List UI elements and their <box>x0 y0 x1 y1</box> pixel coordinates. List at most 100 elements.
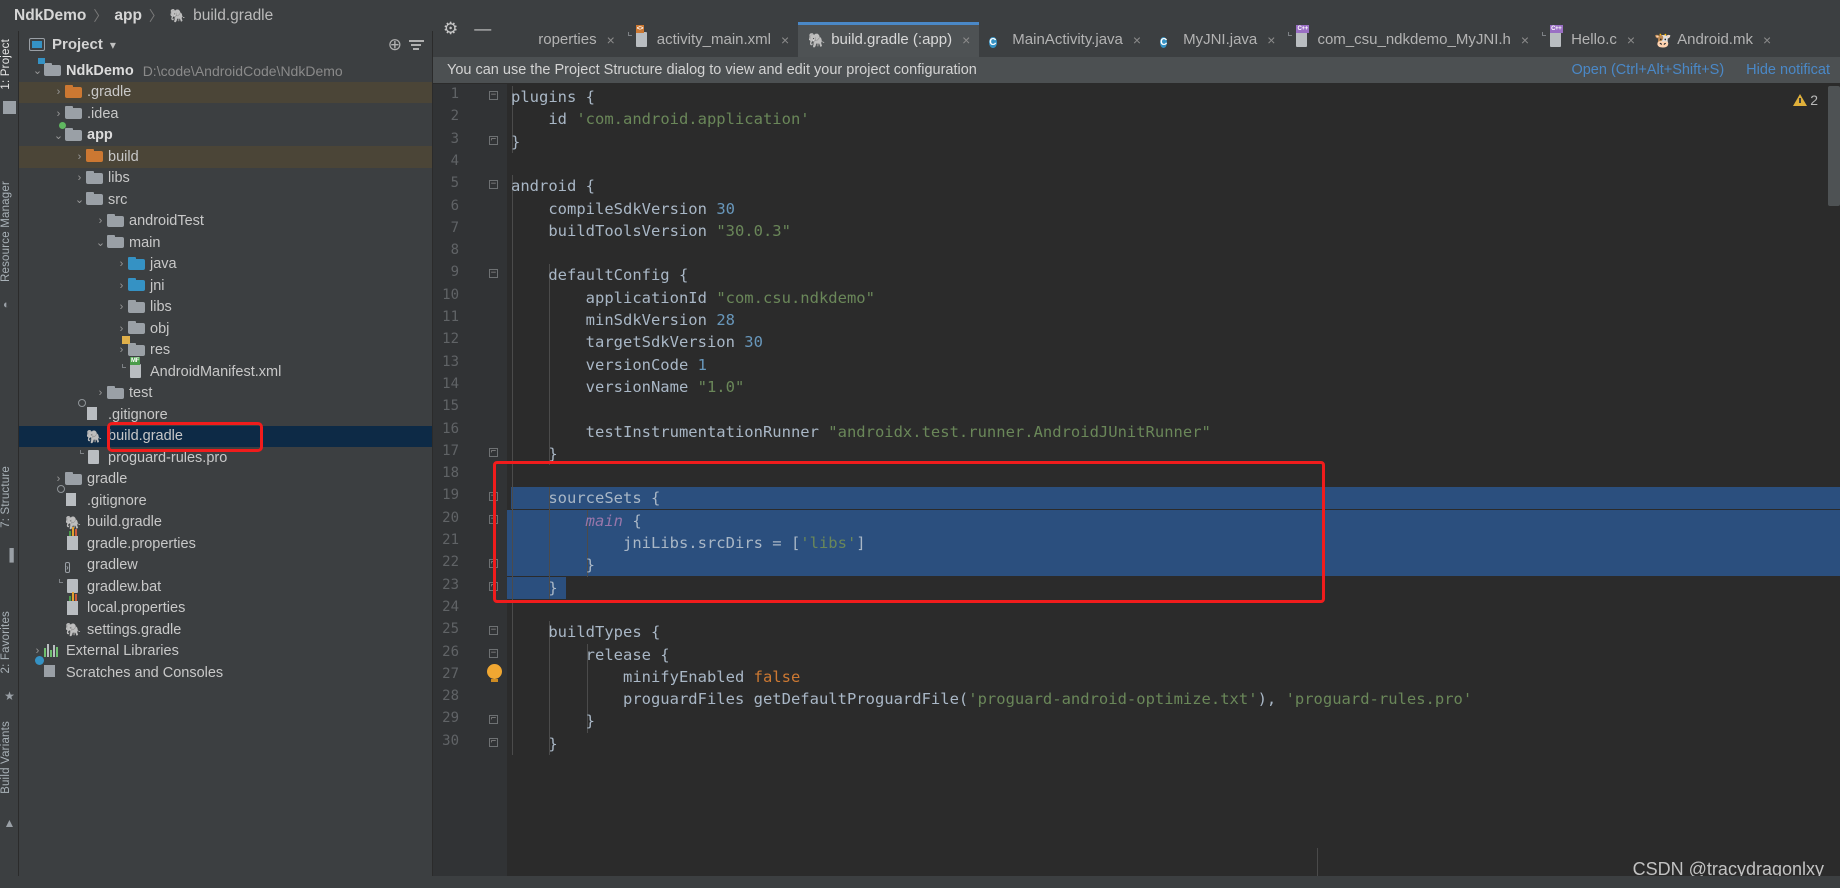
tree-twisty-icon[interactable]: › <box>94 215 107 227</box>
breadcrumb-item-app[interactable]: app <box>114 7 142 25</box>
fold-end-icon[interactable]: ⌐ <box>489 581 498 591</box>
tree-row[interactable]: › obj <box>19 318 432 340</box>
fold-marker[interactable]: − <box>489 492 500 503</box>
fold-end-icon[interactable]: ⌐ <box>489 447 498 457</box>
tree-row[interactable]: › res <box>19 335 432 362</box>
intention-bulb-icon[interactable] <box>487 663 502 682</box>
tree-twisty-icon[interactable]: › <box>52 86 65 98</box>
fold-marker[interactable]: − <box>489 514 500 526</box>
fold-end-icon[interactable]: ⌐ <box>489 715 498 725</box>
tree-row[interactable]: › gradle <box>19 469 432 491</box>
tree-row[interactable]: › androidTest <box>19 211 432 233</box>
fold-marker[interactable]: ⌐ <box>489 581 500 593</box>
editor-tab-com-csu-ndkdemo-myjni-h[interactable]: C++ com_csu_ndkdemo_MyJNI.h × <box>1284 22 1539 57</box>
tree-row[interactable]: 🐘 settings.gradle <box>19 619 432 641</box>
inspection-warning-badge[interactable]: 2 <box>1793 92 1818 108</box>
tree-twisty-icon[interactable]: › <box>115 301 128 313</box>
tree-row[interactable]: › jni <box>19 275 432 297</box>
tree-twisty-icon[interactable]: › <box>73 172 86 184</box>
tool-tab-build-variants[interactable]: Build Variants <box>0 721 19 794</box>
editor-tab-build-gradle---app-[interactable]: 🐘 build.gradle (:app) × <box>798 22 980 57</box>
tree-twisty-icon[interactable]: › <box>73 151 86 163</box>
tree-row[interactable]: › .gradle <box>19 81 432 103</box>
project-view-dropdown-icon[interactable]: ▾ <box>110 38 116 52</box>
breadcrumb-item-build-gradle[interactable]: build.gradle <box>193 7 273 25</box>
editor-tab-myjni-java[interactable]: C MyJNI.java × <box>1150 22 1285 57</box>
tree-row[interactable]: Scratches and Consoles <box>19 656 432 684</box>
fold-marker[interactable]: − <box>489 648 500 660</box>
tool-tab-7--structure[interactable]: 7: Structure <box>0 466 19 528</box>
tree-row[interactable]: › libs <box>19 297 432 319</box>
tree-row[interactable]: proguard-rules.pro <box>19 447 432 469</box>
code-content[interactable]: plugins { id 'com.android.application'} a… <box>507 84 1840 888</box>
close-icon[interactable]: × <box>1521 32 1529 48</box>
tree-twisty-icon[interactable]: › <box>115 280 128 292</box>
close-icon[interactable]: × <box>962 32 970 48</box>
tree-row[interactable]: ⌄ src <box>19 189 432 211</box>
fold-marker[interactable]: − <box>489 180 500 191</box>
tree-twisty-icon[interactable]: › <box>115 344 128 356</box>
tree-twisty-icon[interactable]: ⌄ <box>73 193 86 206</box>
tree-row[interactable]: ⌄ NdkDemo D:\code\AndroidCode\NdkDemo <box>19 58 432 82</box>
tree-row[interactable]: ⌄ main <box>19 232 432 254</box>
close-icon[interactable]: × <box>1627 32 1635 48</box>
fold-collapse-icon[interactable]: − <box>489 91 498 100</box>
breadcrumb-item-ndkdemo[interactable]: NdkDemo <box>14 7 86 25</box>
tree-twisty-icon[interactable]: ⌄ <box>31 64 44 77</box>
fold-collapse-icon[interactable]: − <box>489 648 498 658</box>
code-editor[interactable]: 1−2 3 ⌐ 4 5−6 7 8 9−10 11 12 13 14 15 16 17 ⌐ 18 19−20−21… <box>433 84 1840 888</box>
tree-row[interactable]: local.properties <box>19 591 432 620</box>
tree-row[interactable]: › gradlew <box>19 555 432 577</box>
fold-marker[interactable]: − <box>489 269 500 280</box>
editor-scrollbar-thumb[interactable] <box>1828 86 1840 206</box>
tree-twisty-icon[interactable]: › <box>94 387 107 399</box>
open-project-structure-link[interactable]: Open (Ctrl+Alt+Shift+S) <box>1571 62 1724 78</box>
tree-row[interactable]: MF AndroidManifest.xml <box>19 357 432 383</box>
close-icon[interactable]: × <box>1763 32 1771 48</box>
editor-tab-android-mk[interactable]: 🐮 Android.mk × <box>1644 22 1781 57</box>
fold-collapse-icon[interactable]: − <box>489 626 498 636</box>
fold-end-icon[interactable]: ⌐ <box>489 559 498 569</box>
tree-row[interactable]: gradlew.bat <box>19 576 432 598</box>
collapse-all-icon[interactable] <box>409 39 424 50</box>
fold-end-icon[interactable]: ⌐ <box>489 135 498 145</box>
tree-twisty-icon[interactable]: › <box>115 258 128 270</box>
fold-collapse-icon[interactable]: − <box>489 180 498 190</box>
tree-row[interactable]: › .idea <box>19 103 432 125</box>
tree-twisty-icon[interactable]: › <box>52 473 65 485</box>
fold-marker[interactable]: ⌐ <box>489 135 500 147</box>
close-icon[interactable]: × <box>781 32 789 48</box>
tool-tab-2--favorites[interactable]: 2: Favorites <box>0 611 19 673</box>
fold-marker[interactable]: ⌐ <box>489 559 500 570</box>
hide-notification-link[interactable]: Hide notificat <box>1746 62 1830 78</box>
close-icon[interactable]: × <box>607 32 615 48</box>
fold-marker[interactable]: ⌐ <box>489 737 500 749</box>
tool-tab-resource-manager[interactable]: Resource Manager <box>0 181 19 282</box>
fold-marker[interactable]: ⌐ <box>489 447 500 459</box>
tree-row[interactable]: 🐘 build.gradle <box>19 512 432 534</box>
tree-row[interactable]: ⌄ app <box>19 121 432 147</box>
tree-row[interactable]: gradle.properties <box>19 527 432 555</box>
editor-tab-mainactivity-java[interactable]: C MainActivity.java × <box>979 22 1151 57</box>
tree-row[interactable]: › java <box>19 254 432 276</box>
tree-row[interactable]: › build <box>19 146 432 168</box>
editor-tab-hello-c[interactable]: C++ Hello.c × <box>1538 22 1645 57</box>
editor-gutter[interactable]: 1−2 3 ⌐ 4 5−6 7 8 9−10 11 12 13 14 15 16 17 ⌐ 18 19−20−21… <box>433 84 507 888</box>
tree-row[interactable]: 🐘 build.gradle <box>19 425 432 447</box>
tool-tab-1--project[interactable]: 1: Project <box>0 39 19 90</box>
tree-twisty-icon[interactable]: ⌄ <box>52 129 65 142</box>
tree-row[interactable]: › libs <box>19 168 432 190</box>
fold-collapse-icon[interactable]: − <box>489 269 498 279</box>
tree-twisty-icon[interactable]: › <box>115 323 128 335</box>
fold-collapse-icon[interactable]: − <box>489 492 498 502</box>
fold-end-icon[interactable]: ⌐ <box>489 737 498 747</box>
locate-icon[interactable]: ⊕ <box>388 35 402 55</box>
tree-row[interactable]: .gitignore <box>19 485 432 512</box>
tree-twisty-icon[interactable]: ⌄ <box>94 236 107 249</box>
fold-marker[interactable]: − <box>489 91 500 102</box>
settings-gear-icon[interactable]: ⚙ <box>443 19 458 39</box>
fold-marker[interactable]: ⌐ <box>489 715 500 726</box>
project-tree[interactable]: ⌄ NdkDemo D:\code\AndroidCode\NdkDemo › .gra… <box>19 58 432 888</box>
fold-collapse-icon[interactable]: − <box>489 514 498 524</box>
close-icon[interactable]: × <box>1133 32 1141 48</box>
